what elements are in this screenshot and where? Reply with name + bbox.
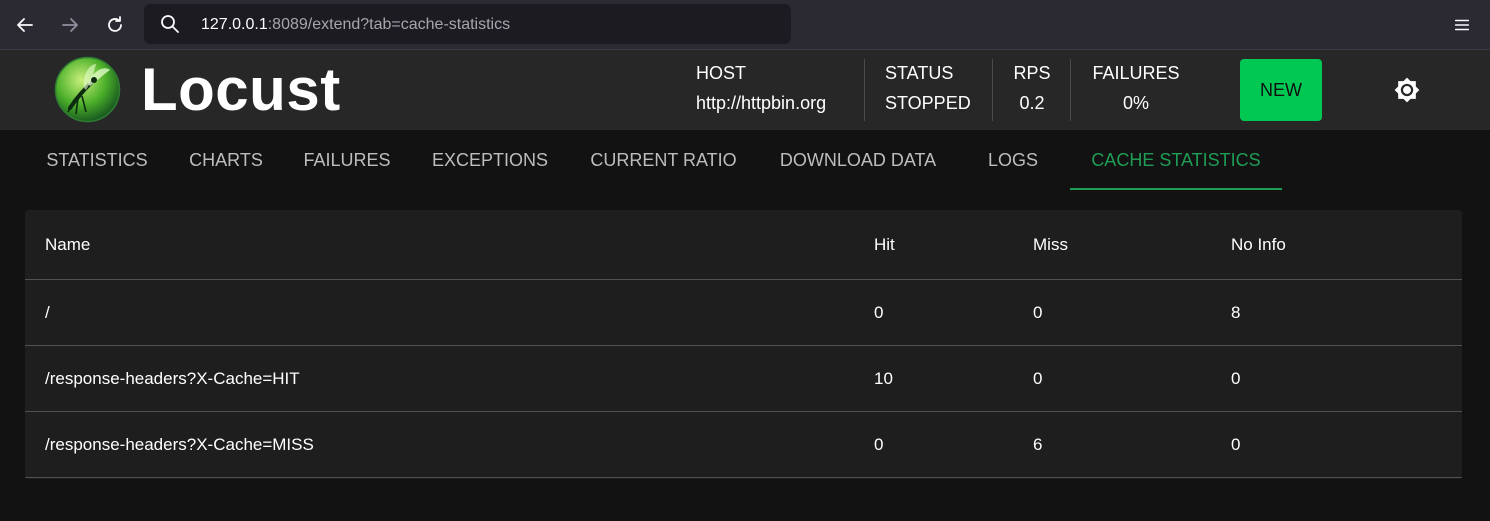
app-header: Locust HOST http://httpbin.org STATUS ST…: [0, 50, 1490, 130]
cell-miss: 6: [1033, 434, 1043, 454]
stat-divider: [992, 59, 993, 121]
locust-logo-icon: [54, 56, 121, 123]
back-arrow-icon: [17, 18, 33, 32]
reload-icon: [108, 16, 122, 32]
table-row: / 0 0 8: [25, 280, 1462, 346]
failures-label: FAILURES: [1092, 63, 1180, 83]
cell-no-info: 8: [1231, 302, 1241, 322]
cell-no-info: 0: [1231, 368, 1241, 388]
rps-value: 0.2: [1019, 93, 1045, 113]
status-value: STOPPED: [885, 93, 971, 113]
status-label: STATUS: [885, 63, 954, 83]
tab-bar: STATISTICS CHARTS FAILURES EXCEPTIONS CU…: [0, 130, 1490, 190]
tab-statistics[interactable]: STATISTICS: [25, 130, 169, 190]
cell-hit: 0: [874, 302, 884, 322]
table-header-row: Name Hit Miss No Info: [25, 210, 1462, 280]
theme-toggle-button[interactable]: [1390, 73, 1424, 107]
tab-download-data[interactable]: DOWNLOAD DATA: [758, 130, 958, 190]
browser-menu-button[interactable]: [1448, 11, 1476, 39]
column-header-hit: Hit: [874, 234, 895, 254]
cell-hit: 0: [874, 434, 884, 454]
tab-exceptions[interactable]: EXCEPTIONS: [411, 130, 569, 190]
column-header-no-info: No Info: [1231, 234, 1286, 254]
brightness-icon: [1394, 77, 1420, 103]
hamburger-menu-icon: [1454, 19, 1470, 31]
search-icon: [161, 15, 179, 33]
cell-hit: 10: [874, 368, 893, 388]
column-header-miss: Miss: [1033, 234, 1068, 254]
stat-divider: [864, 59, 865, 121]
tab-cache-statistics[interactable]: CACHE STATISTICS: [1070, 130, 1282, 190]
cell-no-info: 0: [1231, 434, 1241, 454]
brand-title: Locust: [141, 56, 341, 123]
host-stat: HOST http://httpbin.org: [696, 59, 826, 123]
cell-miss: 0: [1033, 368, 1043, 388]
host-value: http://httpbin.org: [696, 93, 827, 113]
tab-current-ratio[interactable]: CURRENT RATIO: [569, 130, 758, 190]
failures-stat: FAILURES 0%: [1091, 59, 1181, 123]
url-host: 127.0.0.1: [201, 16, 268, 33]
forward-button[interactable]: [55, 10, 85, 40]
table-row: /response-headers?X-Cache=HIT 10 0 0: [25, 346, 1462, 412]
cell-name: /: [45, 302, 50, 322]
tab-failures[interactable]: FAILURES: [283, 130, 411, 190]
tab-charts[interactable]: CHARTS: [169, 130, 283, 190]
host-label: HOST: [696, 63, 747, 83]
cell-name: /response-headers?X-Cache=MISS: [45, 434, 314, 454]
back-button[interactable]: [10, 10, 40, 40]
failures-value: 0%: [1122, 93, 1149, 113]
rps-label: RPS: [1013, 63, 1051, 83]
forward-arrow-icon: [62, 18, 78, 32]
stat-divider: [1070, 59, 1071, 121]
cell-miss: 0: [1033, 302, 1043, 322]
cache-statistics-table: Name Hit Miss No Info / 0 0 8 /response-…: [25, 210, 1462, 479]
rps-stat: RPS 0.2: [1012, 59, 1052, 123]
column-header-name: Name: [45, 234, 91, 254]
tab-logs[interactable]: LOGS: [958, 130, 1068, 190]
status-stat: STATUS STOPPED: [885, 59, 971, 123]
browser-toolbar: 127.0.0.1:8089/extend?tab=cache-statisti…: [0, 0, 1490, 50]
new-test-button[interactable]: NEW: [1240, 59, 1322, 121]
url-text[interactable]: 127.0.0.1:8089/extend?tab=cache-statisti…: [201, 15, 510, 35]
cell-name: /response-headers?X-Cache=HIT: [45, 368, 300, 388]
url-path: :8089/extend?tab=cache-statistics: [267, 16, 511, 33]
address-bar[interactable]: 127.0.0.1:8089/extend?tab=cache-statisti…: [144, 4, 791, 44]
reload-button[interactable]: [100, 10, 130, 40]
table-row: /response-headers?X-Cache=MISS 0 6 0: [25, 412, 1462, 478]
